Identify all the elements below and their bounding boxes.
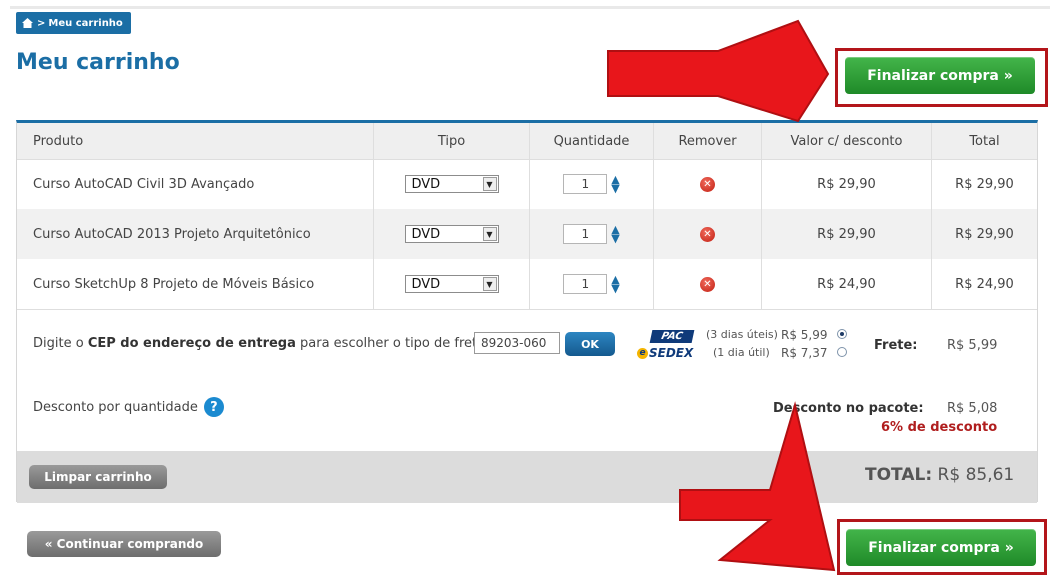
- table-row: Curso AutoCAD 2013 Projeto Arquitetônico…: [17, 209, 1037, 259]
- package-discount-value: R$ 5,08: [947, 401, 998, 416]
- remover-cell: ✕: [654, 159, 762, 209]
- table-header: Produto Tipo Quantidade Remover Valor c/…: [17, 123, 1037, 160]
- sedex-radio[interactable]: [837, 347, 847, 357]
- chevron-down-icon[interactable]: ▼: [482, 277, 497, 291]
- row-total: R$ 29,90: [955, 176, 1014, 192]
- pac-price: R$ 5,99: [781, 328, 828, 342]
- quantity-input[interactable]: 1: [563, 174, 608, 194]
- sedex-e-icon: e: [637, 347, 648, 359]
- pac-logo: PAC: [649, 330, 695, 343]
- quantity-stepper[interactable]: ▲ ▼: [611, 274, 619, 294]
- arrow-down-icon[interactable]: ▼: [611, 183, 619, 194]
- sedex-time: (1 dia útil): [713, 346, 770, 359]
- chevron-down-icon[interactable]: ▼: [482, 227, 497, 241]
- cart-table: Produto Tipo Quantidade Remover Valor c/…: [16, 120, 1038, 503]
- shipping-instructions: Digite o CEP do endereço de entrega para…: [33, 336, 490, 351]
- table-row: Curso AutoCAD Civil 3D Avançado DVD ▼ 1 ▲…: [17, 159, 1037, 209]
- table-row: Curso SketchUp 8 Projeto de Móveis Básic…: [17, 259, 1037, 309]
- pac-radio[interactable]: [837, 329, 847, 339]
- page-title: Meu carrinho: [16, 50, 180, 75]
- product-name: Curso AutoCAD 2013 Projeto Arquitetônico: [17, 209, 374, 259]
- quantity-input[interactable]: 1: [563, 224, 608, 244]
- shipping-suffix: para escolher o tipo de frete:: [295, 336, 490, 351]
- quantidade-cell: 1 ▲ ▼: [530, 259, 654, 309]
- cep-input[interactable]: 89203-060: [474, 332, 560, 354]
- shipping-prefix: Digite o: [33, 336, 88, 351]
- help-icon[interactable]: ?: [203, 397, 224, 417]
- remover-cell: ✕: [654, 209, 762, 259]
- arrow-right-icon: [607, 19, 830, 123]
- sedex-logo-text: SEDEX: [649, 346, 694, 360]
- frete-value: R$ 5,99: [947, 338, 998, 353]
- arrow-down-icon: [679, 401, 836, 572]
- header-valor: Valor c/ desconto: [762, 123, 932, 159]
- discount-price: R$ 24,90: [762, 259, 932, 309]
- tipo-cell: DVD ▼: [374, 209, 530, 259]
- tipo-select[interactable]: DVD ▼: [404, 225, 499, 243]
- header-remover: Remover: [654, 123, 762, 159]
- home-icon[interactable]: [22, 18, 33, 28]
- shipping-bold: CEP do endereço de entrega: [87, 336, 296, 351]
- sedex-price: R$ 7,37: [781, 346, 828, 360]
- checkout-button-bottom[interactable]: Finalizar compra »: [846, 529, 1036, 566]
- row-total: R$ 24,90: [955, 276, 1014, 292]
- quantity-stepper[interactable]: ▲ ▼: [611, 224, 619, 244]
- remove-icon[interactable]: ✕: [700, 226, 715, 242]
- frete-label: Frete:: [874, 338, 918, 353]
- breadcrumb-separator: >: [37, 17, 46, 29]
- discount-price: R$ 29,90: [762, 209, 932, 259]
- continue-shopping-button[interactable]: « Continuar comprando: [27, 531, 221, 557]
- quantity-stepper[interactable]: ▲ ▼: [611, 174, 619, 194]
- top-divider: [10, 6, 1050, 9]
- quantity-discount-label: Desconto por quantidade: [33, 399, 198, 415]
- sedex-logo: e SEDEX: [637, 346, 693, 360]
- tipo-cell: DVD ▼: [374, 259, 530, 309]
- chevron-down-icon[interactable]: ▼: [482, 177, 497, 191]
- quantity-input[interactable]: 1: [563, 274, 608, 294]
- arrow-down-icon[interactable]: ▼: [611, 233, 619, 244]
- header-quantidade: Quantidade: [530, 123, 654, 159]
- checkout-button-top[interactable]: Finalizar compra »: [845, 57, 1035, 94]
- total-label: TOTAL:: [865, 465, 933, 485]
- quantidade-cell: 1 ▲ ▼: [530, 159, 654, 209]
- clear-cart-button[interactable]: Limpar carrinho: [29, 465, 167, 489]
- remover-cell: ✕: [654, 259, 762, 309]
- product-name: Curso SketchUp 8 Projeto de Móveis Básic…: [17, 259, 374, 309]
- tipo-select[interactable]: DVD ▼: [404, 275, 499, 293]
- tipo-value: DVD: [411, 276, 441, 292]
- breadcrumb[interactable]: > Meu carrinho: [16, 12, 131, 34]
- tipo-value: DVD: [411, 176, 441, 192]
- remove-icon[interactable]: ✕: [700, 176, 715, 192]
- quantity-discount: Desconto por quantidade ?: [33, 397, 224, 417]
- cart-footer: Limpar carrinho TOTAL: R$ 85,61: [17, 451, 1037, 503]
- cep-ok-button[interactable]: OK: [565, 332, 615, 356]
- product-name: Curso AutoCAD Civil 3D Avançado: [17, 159, 374, 209]
- arrow-down-icon[interactable]: ▼: [611, 283, 619, 294]
- cart-total: TOTAL: R$ 85,61: [865, 465, 1014, 485]
- header-tipo: Tipo: [374, 123, 530, 159]
- discount-row: Desconto por quantidade ? Desconto no pa…: [17, 379, 1037, 451]
- shipping-row: Digite o CEP do endereço de entrega para…: [17, 309, 1037, 381]
- tipo-select[interactable]: DVD ▼: [404, 175, 499, 193]
- row-total: R$ 29,90: [955, 226, 1014, 242]
- total-value: R$ 85,61: [937, 465, 1015, 485]
- breadcrumb-current: Meu carrinho: [48, 17, 123, 29]
- pac-time: (3 dias úteis): [706, 328, 778, 341]
- discount-price: R$ 29,90: [762, 159, 932, 209]
- header-total: Total: [969, 133, 1000, 149]
- header-produto: Produto: [17, 123, 374, 159]
- tipo-cell: DVD ▼: [374, 159, 530, 209]
- remove-icon[interactable]: ✕: [700, 276, 715, 292]
- tipo-value: DVD: [411, 226, 441, 242]
- quantidade-cell: 1 ▲ ▼: [530, 209, 654, 259]
- package-discount-percent: 6% de desconto: [881, 420, 998, 435]
